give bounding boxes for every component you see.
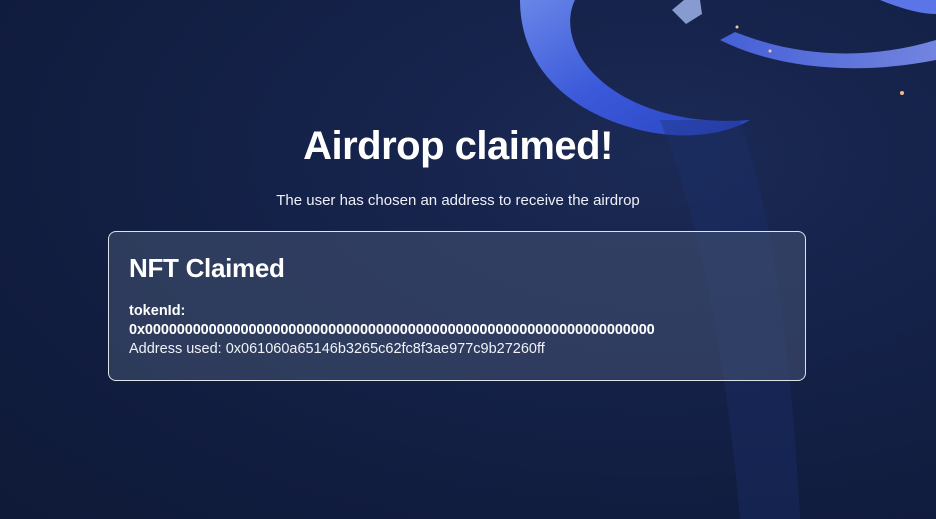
address-used-line: Address used: 0x061060a65146b3265c62fc8f… [129,340,785,359]
nft-claimed-card: NFT Claimed tokenId: 0x00000000000000000… [108,231,806,381]
address-used-value: 0x061060a65146b3265c62fc8f3ae977c9b27260… [225,341,545,357]
token-id-label: tokenId: [129,303,186,319]
page-subtitle: The user has chosen an address to receiv… [276,192,640,209]
token-id-value: 0x00000000000000000000000000000000000000… [129,322,655,338]
address-used-label: Address used: [129,341,222,357]
page-title: Airdrop claimed! [303,124,613,168]
card-body: tokenId: 0x00000000000000000000000000000… [129,302,785,359]
card-title: NFT Claimed [129,253,285,283]
